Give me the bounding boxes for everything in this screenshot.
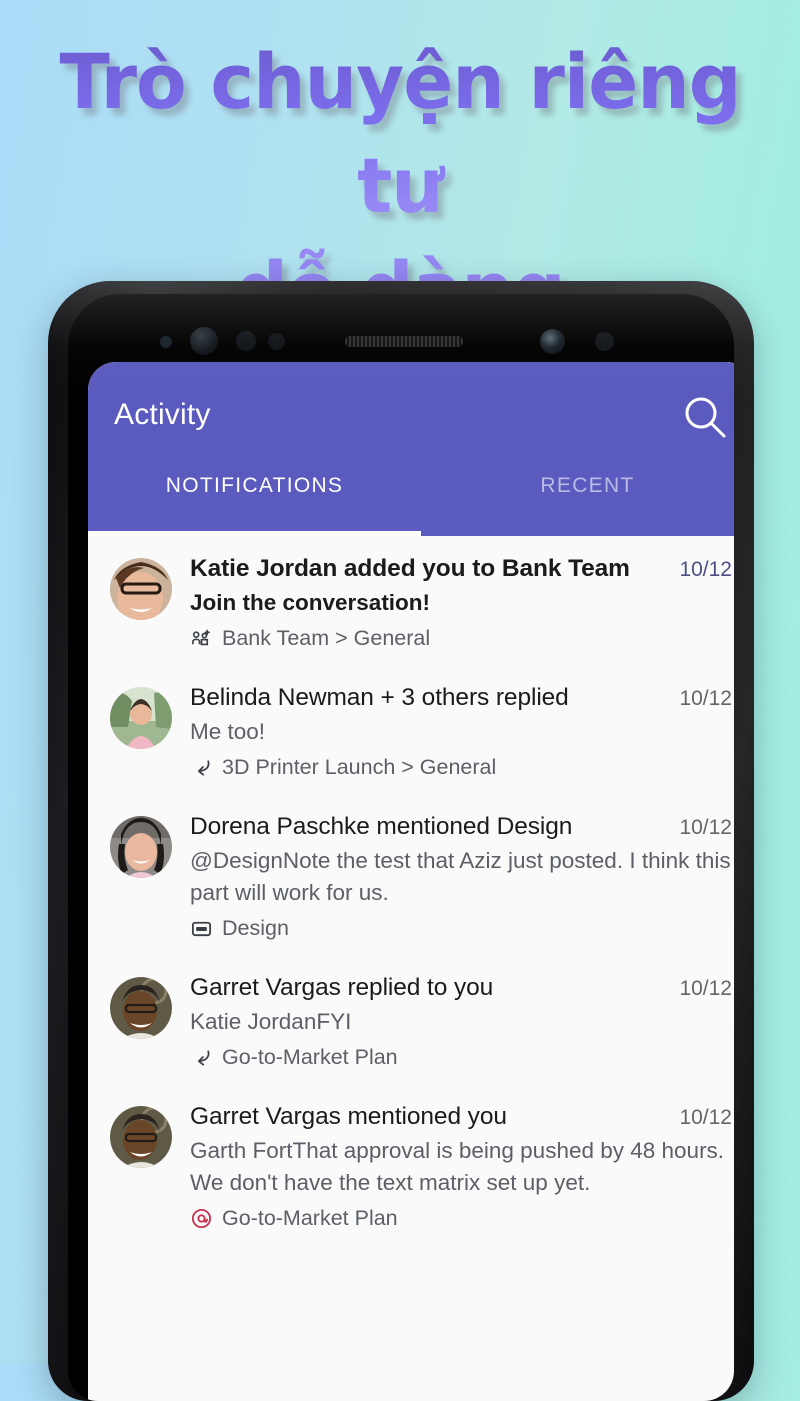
- tab-recent-label: RECENT: [540, 474, 635, 497]
- reply-icon: [197, 759, 210, 776]
- list-item-body: Katie Jordan added you to Bank Team 10/1…: [190, 552, 732, 651]
- list-item[interactable]: Dorena Paschke mentioned Design 10/12 @D…: [88, 794, 734, 955]
- list-item-meta: Design: [190, 915, 732, 941]
- list-item-body: Garret Vargas mentioned you 10/12 Garth …: [190, 1100, 732, 1231]
- list-item-date: 10/12: [679, 1106, 732, 1129]
- list-item[interactable]: Katie Jordan added you to Bank Team 10/1…: [88, 536, 734, 665]
- list-item-meta-label: Go-to-Market Plan: [222, 1206, 398, 1230]
- tab-notifications[interactable]: NOTIFICATIONS: [88, 470, 421, 536]
- reply-icon: [197, 1049, 210, 1066]
- list-item-title: Belinda Newman + 3 others replied: [190, 684, 569, 711]
- secondary-sensor-icon: [595, 332, 614, 351]
- list-item-preview: Me too!: [190, 719, 266, 744]
- list-item-meta: Go-to-Market Plan: [190, 1205, 732, 1231]
- app-bar: Activity NOTIFICATIONS RECENT: [88, 362, 734, 536]
- list-item-date: 10/12: [679, 816, 732, 839]
- list-item-meta-label: Bank Team > General: [222, 626, 431, 650]
- list-item-preview: Garth FortThat approval is being pushed …: [190, 1138, 725, 1195]
- notification-list: Katie Jordan added you to Bank Team 10/1…: [88, 536, 734, 1245]
- add-people-icon: [192, 629, 210, 645]
- list-item-body: Dorena Paschke mentioned Design 10/12 @D…: [190, 810, 732, 941]
- page-title: Activity: [114, 398, 211, 431]
- list-item-meta-label: 3D Printer Launch > General: [222, 755, 497, 779]
- avatar: [110, 977, 172, 1039]
- led-indicator-icon: [268, 333, 285, 350]
- list-item-title: Garret Vargas mentioned you: [190, 1103, 507, 1130]
- list-item-meta: 3D Printer Launch > General: [190, 754, 732, 780]
- list-item[interactable]: Garret Vargas mentioned you 10/12 Garth …: [88, 1084, 734, 1245]
- list-item-title: Katie Jordan added you to Bank Team: [190, 555, 630, 582]
- list-item-meta-label: Design: [222, 916, 289, 940]
- avatar: [110, 558, 172, 620]
- iris-scanner-icon: [190, 327, 218, 355]
- list-item-meta: Bank Team > General: [190, 625, 732, 651]
- phone-screen-bezel: Activity NOTIFICATIONS RECENT Katie Jord…: [68, 294, 734, 1401]
- avatar: [110, 816, 172, 878]
- list-item-date: 10/12: [679, 558, 732, 581]
- light-sensor-icon: [236, 331, 256, 351]
- front-camera-icon: [540, 329, 565, 354]
- search-icon[interactable]: [680, 392, 732, 444]
- list-item-date: 10/12: [679, 977, 732, 1000]
- proximity-sensor-icon: [160, 336, 172, 348]
- earpiece-speaker-icon: [345, 336, 463, 347]
- list-item-preview: Katie JordanFYI: [190, 1009, 352, 1034]
- list-item-preview: Join the conversation!: [190, 590, 431, 615]
- list-item-title: Garret Vargas replied to you: [190, 974, 494, 1001]
- tab-recent[interactable]: RECENT: [421, 470, 734, 536]
- phone-mockup: Activity NOTIFICATIONS RECENT Katie Jord…: [48, 281, 754, 1401]
- list-item-date: 10/12: [679, 687, 732, 710]
- list-item-preview: @DesignNote the test that Aziz just post…: [190, 848, 731, 905]
- mention-icon: [191, 1208, 212, 1228]
- tab-bar: NOTIFICATIONS RECENT: [88, 470, 734, 536]
- phone-sensor-row: [68, 324, 734, 358]
- avatar: [110, 1106, 172, 1168]
- avatar: [110, 687, 172, 749]
- app-screen: Activity NOTIFICATIONS RECENT Katie Jord…: [88, 362, 734, 1401]
- list-item-title: Dorena Paschke mentioned Design: [190, 813, 573, 840]
- list-item[interactable]: Garret Vargas replied to you 10/12 Katie…: [88, 955, 734, 1084]
- list-item-meta: Go-to-Market Plan: [190, 1044, 732, 1070]
- tab-notifications-label: NOTIFICATIONS: [165, 474, 344, 497]
- list-item-body: Belinda Newman + 3 others replied 10/12 …: [190, 681, 732, 780]
- card-icon: [191, 921, 212, 936]
- list-item-body: Garret Vargas replied to you 10/12 Katie…: [190, 971, 732, 1070]
- list-item[interactable]: Belinda Newman + 3 others replied 10/12 …: [88, 665, 734, 794]
- list-item-meta-label: Go-to-Market Plan: [222, 1045, 398, 1069]
